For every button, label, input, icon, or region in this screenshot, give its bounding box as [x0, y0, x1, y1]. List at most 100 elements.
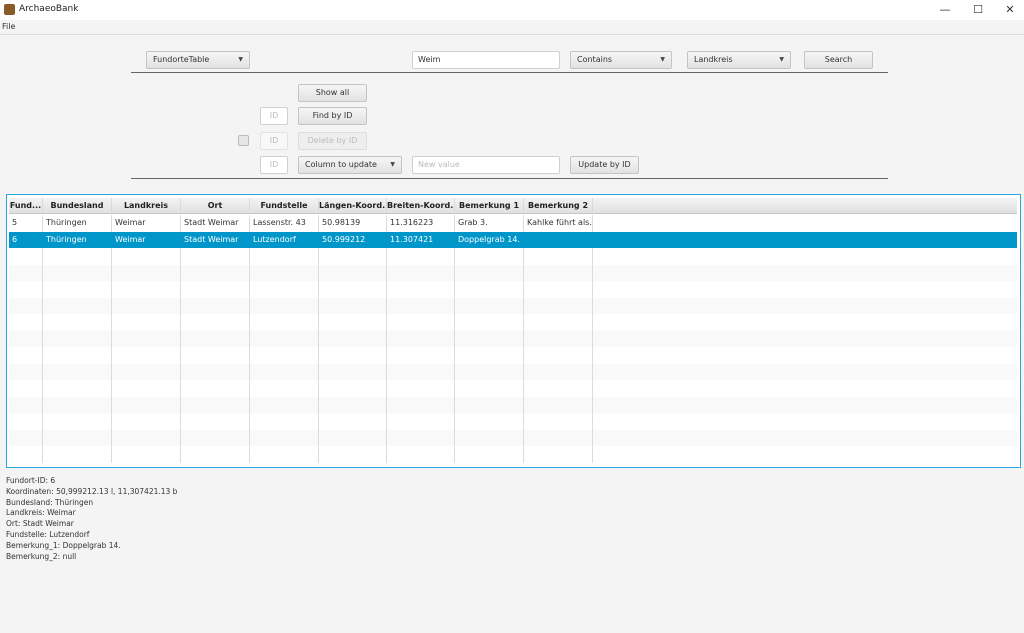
- table-cell: [112, 298, 181, 315]
- table-cell: [43, 380, 112, 397]
- table-cell: 11.316223: [387, 215, 455, 232]
- table-row[interactable]: 5ThüringenWeimarStadt WeimarLassenstr. 4…: [9, 215, 1017, 232]
- table-cell: [524, 446, 593, 463]
- table-cell: [455, 281, 524, 298]
- table-cell: [387, 298, 455, 315]
- table-cell: Kahlke führt als...: [524, 215, 593, 232]
- column-header[interactable]: Fundstelle: [250, 198, 319, 213]
- table-cell: [112, 347, 181, 364]
- detail-line: Bemerkung_2: null: [6, 552, 177, 563]
- table-cell: Thüringen: [43, 232, 112, 249]
- table-cell: [319, 281, 387, 298]
- table-cell: [250, 265, 319, 282]
- table-cell: [9, 380, 43, 397]
- column-header[interactable]: Bemerkung 2: [524, 198, 593, 213]
- table-cell: [9, 446, 43, 463]
- table-cell: [43, 265, 112, 282]
- table-cell: [250, 331, 319, 348]
- find-id-input[interactable]: ID: [260, 107, 288, 125]
- update-by-id-button[interactable]: Update by ID: [570, 156, 639, 174]
- column-header[interactable]: Breiten-Koord...: [387, 198, 455, 213]
- table-cell: [181, 298, 250, 315]
- table-cell: [455, 364, 524, 381]
- detail-line: Bemerkung_1: Doppelgrab 14.: [6, 541, 177, 552]
- detail-line: Fundort-ID: 6: [6, 476, 177, 487]
- menu-file[interactable]: File: [2, 22, 15, 31]
- table-cell: [112, 314, 181, 331]
- table-cell: [112, 446, 181, 463]
- search-input[interactable]: Weim: [412, 51, 560, 69]
- column-header[interactable]: Längen-Koord...: [319, 198, 387, 213]
- table-cell: [181, 331, 250, 348]
- column-header[interactable]: Landkreis: [112, 198, 181, 213]
- table-cell: [319, 347, 387, 364]
- table-cell: [43, 298, 112, 315]
- table-cell: [9, 413, 43, 430]
- empty-row: [9, 347, 1017, 364]
- table-select[interactable]: FundorteTable▼: [146, 51, 250, 69]
- column-header[interactable]: Ort: [181, 198, 250, 213]
- table-cell: [250, 446, 319, 463]
- table-cell: [524, 380, 593, 397]
- minimize-button[interactable]: —: [930, 2, 960, 18]
- new-value-input[interactable]: New value: [412, 156, 560, 174]
- empty-row: [9, 380, 1017, 397]
- table-cell: [455, 430, 524, 447]
- table-cell: [43, 430, 112, 447]
- table-cell: [250, 248, 319, 265]
- table-cell: [387, 364, 455, 381]
- table-cell: [455, 380, 524, 397]
- table-cell: [181, 380, 250, 397]
- table-cell: [43, 347, 112, 364]
- search-button[interactable]: Search: [804, 51, 873, 69]
- table-cell: [387, 413, 455, 430]
- table-cell: 50.98139: [319, 215, 387, 232]
- table-cell: [387, 397, 455, 414]
- column-header[interactable]: Bemerkung 1: [455, 198, 524, 213]
- table-cell: Stadt Weimar: [181, 215, 250, 232]
- show-all-button[interactable]: Show all: [298, 84, 367, 102]
- table-cell: [387, 446, 455, 463]
- table-cell: [387, 314, 455, 331]
- table-cell: [250, 430, 319, 447]
- table-cell: 5: [9, 215, 43, 232]
- results-table[interactable]: Fund...BundeslandLandkreisOrtFundstelleL…: [6, 194, 1021, 468]
- table-cell: 11.307421: [387, 232, 455, 249]
- detail-line: Bundesland: Thüringen: [6, 498, 177, 509]
- maximize-button[interactable]: ☐: [963, 2, 993, 18]
- search-column-select[interactable]: Landkreis▼: [687, 51, 791, 69]
- table-cell: Lutzendorf: [250, 232, 319, 249]
- table-cell: [524, 232, 593, 249]
- table-cell: [43, 281, 112, 298]
- table-cell: Stadt Weimar: [181, 232, 250, 249]
- column-header[interactable]: Bundesland: [43, 198, 112, 213]
- empty-row: [9, 331, 1017, 348]
- search-column-value: Landkreis: [694, 55, 733, 64]
- table-cell: [43, 397, 112, 414]
- table-cell: [319, 380, 387, 397]
- update-id-input[interactable]: ID: [260, 156, 288, 174]
- close-button[interactable]: ✕: [995, 2, 1024, 18]
- column-header[interactable]: Fund...: [9, 198, 43, 213]
- table-cell: [455, 314, 524, 331]
- table-cell: [524, 281, 593, 298]
- delete-id-input[interactable]: ID: [260, 132, 288, 150]
- table-cell: [319, 446, 387, 463]
- window-title: ArchaeoBank: [19, 4, 78, 14]
- find-by-id-button[interactable]: Find by ID: [298, 107, 367, 125]
- table-row[interactable]: 6ThüringenWeimarStadt WeimarLutzendorf50…: [9, 232, 1017, 249]
- table-cell: [524, 430, 593, 447]
- table-cell: [9, 397, 43, 414]
- table-cell: [524, 314, 593, 331]
- match-mode-select[interactable]: Contains▼: [570, 51, 672, 69]
- table-cell: [455, 265, 524, 282]
- table-cell: [524, 298, 593, 315]
- column-to-update-select[interactable]: Column to update▼: [298, 156, 402, 174]
- table-cell: [387, 347, 455, 364]
- table-cell: [181, 364, 250, 381]
- empty-row: [9, 397, 1017, 414]
- delete-confirm-checkbox[interactable]: [238, 135, 249, 146]
- delete-by-id-button[interactable]: Delete by ID: [298, 132, 367, 150]
- table-cell: [181, 413, 250, 430]
- column-to-update-value: Column to update: [305, 160, 377, 169]
